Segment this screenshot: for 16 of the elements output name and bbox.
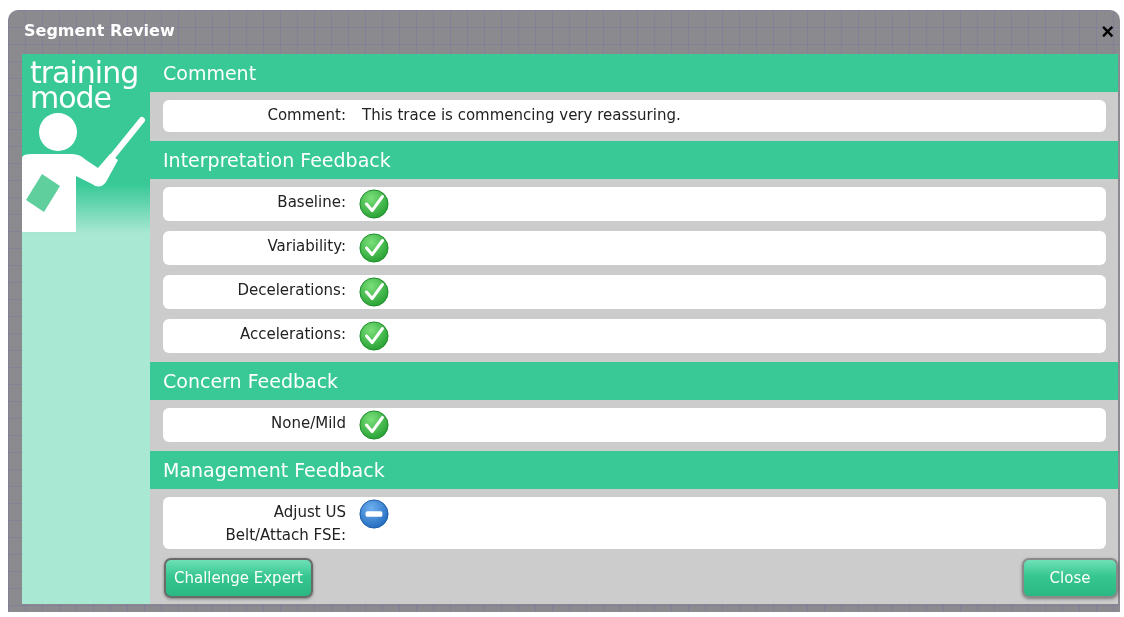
challenge-expert-button[interactable]: Challenge Expert xyxy=(164,558,313,598)
row-label: None/Mild xyxy=(270,413,346,434)
section-header: Concern Feedback xyxy=(150,362,1118,400)
section-header: Management Feedback xyxy=(150,451,1118,489)
section-header: Comment xyxy=(150,54,1118,92)
window-title: Segment Review xyxy=(24,20,175,40)
section-header: Interpretation Feedback xyxy=(150,141,1118,179)
close-button[interactable]: × xyxy=(1099,21,1116,43)
row-label: Variability: xyxy=(266,236,346,257)
row-label: Baseline: xyxy=(276,192,346,213)
row-label: Decelerations: xyxy=(236,280,346,301)
row-label: Accelerations: xyxy=(238,324,346,345)
row-label: Adjust US Belt/Attach FSE: xyxy=(224,502,346,546)
comment-text: This trace is commencing very reassuring. xyxy=(362,105,681,126)
row-label: Comment: xyxy=(266,105,346,126)
close-button[interactable]: Close xyxy=(1022,558,1118,598)
